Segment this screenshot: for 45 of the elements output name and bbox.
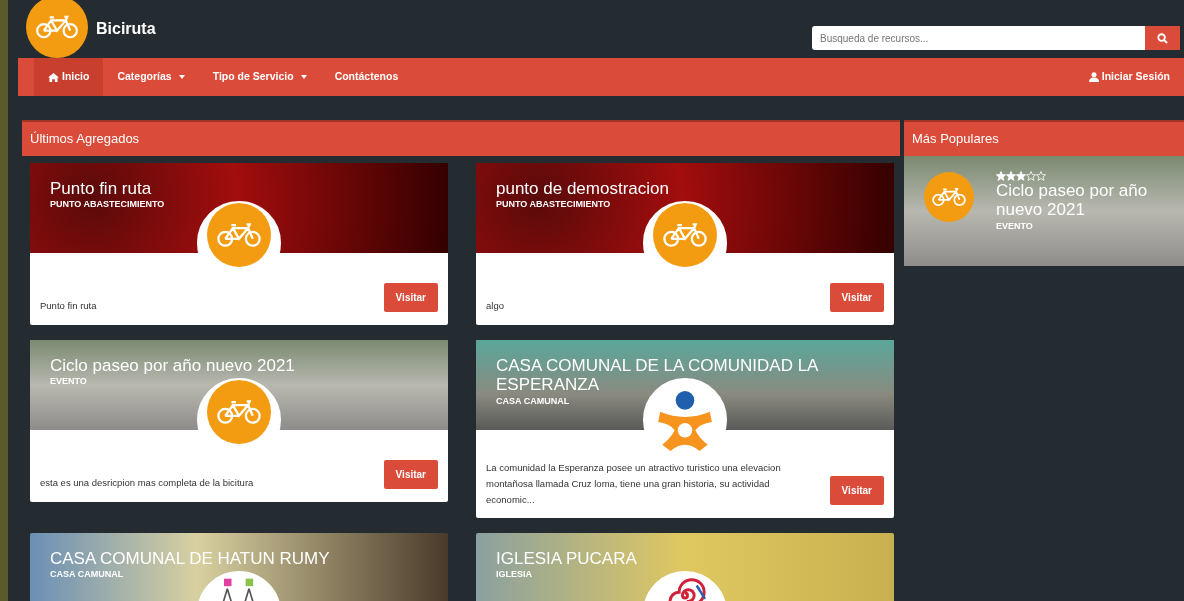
category-label: EVENTO <box>996 219 1034 233</box>
visit-button[interactable]: Visitar <box>829 282 884 312</box>
card-title: CASA COMUNAL DE HATUN RUMY <box>50 548 331 569</box>
visit-button[interactable]: Visitar <box>383 459 438 489</box>
category-label: EVENTO <box>50 375 88 389</box>
nav-link[interactable]: Categorías <box>103 58 199 96</box>
card-title: Ciclo paseo por año nuevo 2021 <box>996 180 1149 220</box>
category-label: PUNTO ABASTECIMIENTO <box>50 198 166 212</box>
login-link[interactable]: Iniciar Sesión <box>1074 58 1184 96</box>
visit-button[interactable]: Visitar <box>383 282 438 312</box>
section-heading: Más Populares <box>904 120 1184 156</box>
category-label: IGLESIA <box>496 568 533 582</box>
star-icon <box>1026 169 1036 181</box>
card-title: punto de demostracion <box>496 178 670 199</box>
bicycle-icon <box>216 398 262 425</box>
nav-link[interactable]: Contáctenos <box>320 58 413 96</box>
section-heading: Últimos Agregados <box>22 120 900 156</box>
card-title: IGLESIA PUCARA <box>496 548 638 569</box>
card-title: Punto fin ruta <box>50 178 153 199</box>
nav-link[interactable]: Inicio <box>34 58 104 96</box>
card-title: CASA COMUNAL DE LA COMUNIDAD LA ESPERANZA <box>496 355 819 395</box>
bicycle-icon <box>931 186 967 207</box>
home-icon <box>48 72 59 82</box>
star-icon <box>1016 169 1026 181</box>
bicycle-icon <box>662 221 708 248</box>
search-button[interactable] <box>1145 26 1180 50</box>
nav-link[interactable]: Tipo de Servicio <box>198 58 321 96</box>
card-description: Punto fin ruta <box>40 299 98 314</box>
category-label: PUNTO ABASTECIMIENTO <box>496 198 612 212</box>
bicycle-icon <box>216 221 262 248</box>
brand-title[interactable]: Biciruta <box>96 17 156 41</box>
visit-button[interactable]: Visitar <box>829 475 884 505</box>
search-icon <box>1157 32 1168 44</box>
category-label: CASA CAMUNAL <box>50 568 125 582</box>
category-label: CASA CAMUNAL <box>496 394 571 408</box>
bicycle-icon <box>35 14 79 40</box>
star-icon <box>1006 169 1016 181</box>
user-icon <box>1088 72 1099 82</box>
card-description: esta es una desricpion mas completa de la bicitura <box>40 476 255 491</box>
search-field[interactable]: Busqueda de recursos... <box>812 26 1145 50</box>
card-description: La comunidad la Esperanza posee un atractivo turistico una elevacion montañosa llamada Cruz loma, tiene una gran historia, su actividad economic... <box>486 460 782 507</box>
card-description: algo <box>486 299 505 314</box>
card-title: Ciclo paseo por año nuevo 2021 <box>50 355 296 376</box>
star-icon <box>1036 169 1046 181</box>
star-icon <box>996 169 1006 181</box>
